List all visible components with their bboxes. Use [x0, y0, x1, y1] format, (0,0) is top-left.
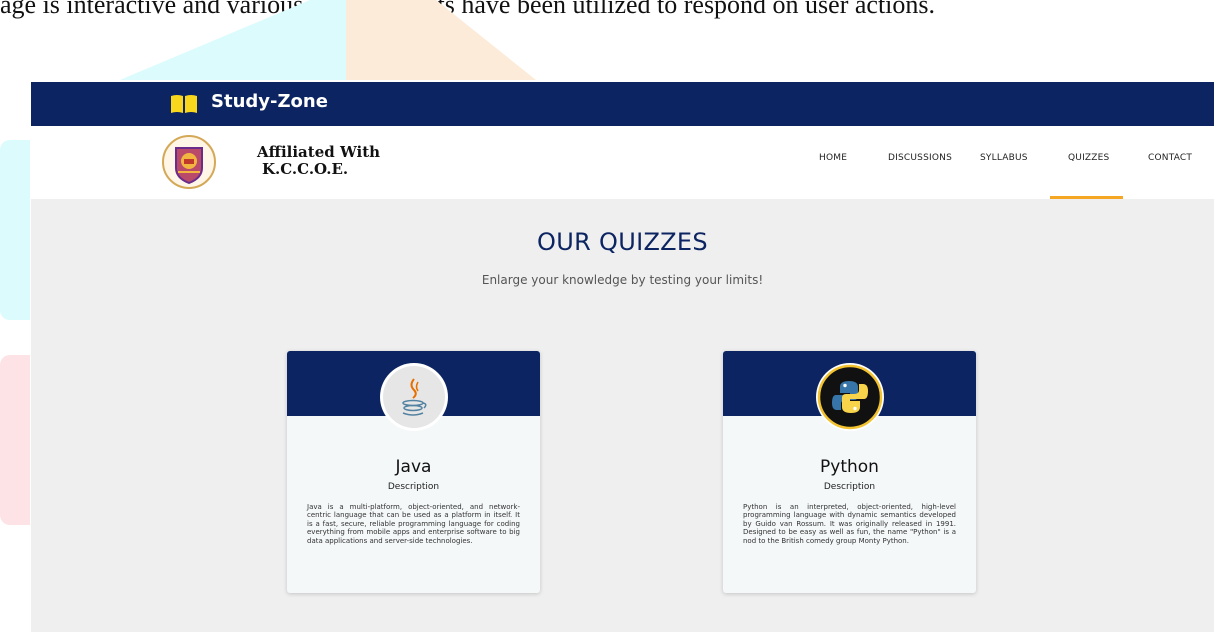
card-avatar: [380, 363, 448, 431]
page-subtitle: Enlarge your knowledge by testing your l…: [481, 273, 764, 287]
card-title: Python: [820, 457, 879, 477]
card-description: Java is a multi-platform, object-oriente…: [307, 503, 520, 545]
top-bar: Study-Zone: [31, 82, 1214, 126]
page-title: OUR QUIZZES: [537, 228, 708, 256]
quiz-card-python[interactable]: Python Description Python is an interpre…: [723, 351, 976, 593]
affiliation-line-2: K.C.C.O.E.: [262, 160, 349, 178]
quiz-card-java[interactable]: Java Description Java is a multi-platfor…: [287, 351, 540, 593]
college-emblem-icon: [161, 134, 217, 190]
active-nav-indicator: [1050, 196, 1123, 199]
card-description: Python is an interpreted, object-oriente…: [743, 503, 956, 545]
nav-discussions[interactable]: DISCUSSIONS: [888, 153, 952, 163]
brand-name[interactable]: Study-Zone: [211, 91, 328, 112]
nav-quizzes[interactable]: QUIZZES: [1068, 153, 1109, 163]
website: Study-Zone Affiliated With K.C.C.O.E. HO…: [31, 82, 1214, 632]
affiliation-line-1: Affiliated With: [257, 143, 381, 161]
card-title: Java: [395, 457, 432, 477]
book-icon: [170, 93, 198, 115]
decorative-shape: [436, 0, 536, 80]
card-avatar: [816, 363, 884, 431]
navbar: Affiliated With K.C.C.O.E. HOME DISCUSSI…: [31, 126, 1214, 199]
nav-syllabus[interactable]: SYLLABUS: [980, 153, 1028, 163]
decorative-shape: [120, 0, 310, 80]
card-subtitle: Description: [823, 482, 876, 492]
decorative-shape: [346, 0, 436, 80]
decorative-shape: [0, 355, 30, 525]
nav-home[interactable]: HOME: [819, 153, 847, 163]
affiliation-text: Affiliated With K.C.C.O.E.: [257, 144, 380, 178]
decorative-shape: [0, 140, 30, 320]
decorative-shape: [310, 0, 346, 80]
python-logo-icon: [816, 364, 884, 435]
nav-contact[interactable]: CONTACT: [1148, 153, 1192, 163]
java-logo-icon: [380, 366, 448, 435]
card-subtitle: Description: [387, 482, 440, 492]
